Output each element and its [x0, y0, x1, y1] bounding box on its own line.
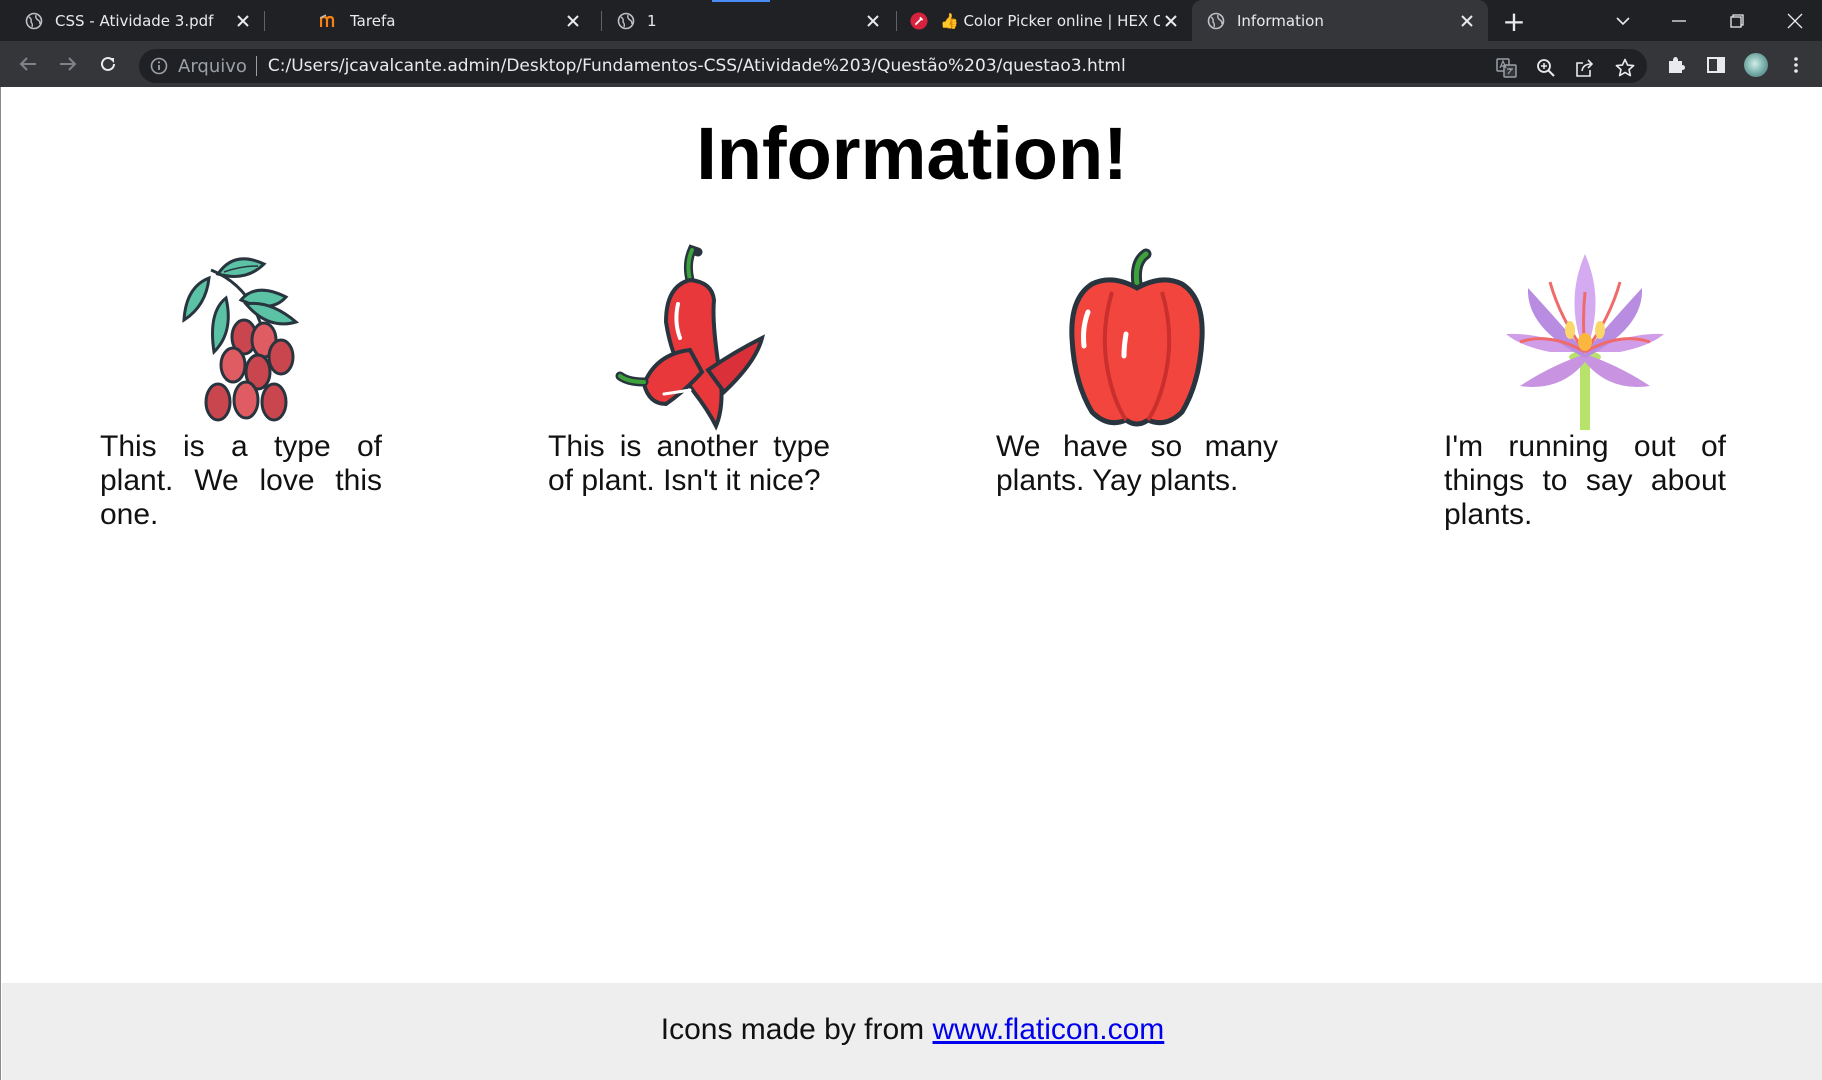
chevron-down-icon: [1616, 16, 1630, 25]
globe-icon: [1207, 12, 1225, 30]
tab-css-atividade[interactable]: CSS - Atividade 3.pdf: [0, 0, 264, 41]
extensions-button[interactable]: [1660, 49, 1692, 81]
profile-avatar[interactable]: [1744, 53, 1768, 77]
info-icon[interactable]: [149, 56, 169, 76]
divider: [255, 56, 257, 76]
translate-icon[interactable]: [1494, 57, 1520, 79]
color-picker-icon: [910, 11, 928, 30]
tab-search-button[interactable]: [1597, 0, 1649, 41]
saffron-flower-icon: [1506, 254, 1664, 430]
tab-1[interactable]: 1: [592, 0, 894, 41]
tab-strip: CSS - Atividade 3.pdf Tarefa 1 👍 Color P…: [0, 0, 1822, 41]
kebab-menu-icon: [1794, 57, 1798, 73]
side-panel-icon: [1707, 57, 1725, 73]
close-window-button[interactable]: [1769, 0, 1821, 41]
globe-icon: [617, 12, 635, 30]
zoom-icon[interactable]: [1533, 57, 1559, 79]
reload-button[interactable]: [92, 48, 124, 80]
footer: Icons made by from www.flaticon.com: [2, 983, 1822, 1080]
arrow-right-icon: [60, 57, 77, 71]
url-text[interactable]: C:/Users/jcavalcante.admin/Desktop/Funda…: [268, 56, 1126, 76]
plant-description: This is a type of plant. We love this on…: [100, 430, 382, 531]
new-tab-button[interactable]: +: [1500, 5, 1528, 38]
globe-icon: [25, 12, 43, 30]
side-panel-button[interactable]: [1700, 49, 1732, 81]
bell-pepper-icon: [1069, 248, 1205, 427]
tab-title: 1: [647, 11, 657, 30]
page-viewport: Information! This is a type of plant. We…: [0, 87, 1822, 1080]
tab-title: CSS - Atividade 3.pdf: [55, 11, 214, 30]
tab-tarefa[interactable]: Tarefa: [294, 0, 594, 41]
close-icon[interactable]: [862, 10, 884, 32]
back-button[interactable]: [12, 48, 44, 80]
minimize-button[interactable]: [1653, 0, 1705, 41]
tab-information[interactable]: Information: [1192, 0, 1488, 41]
share-icon[interactable]: [1572, 57, 1598, 79]
forward-button[interactable]: [52, 48, 84, 80]
chili-pepper-icon: [615, 244, 765, 431]
footer-credit: Icons made by from www.flaticon.com: [2, 1013, 1822, 1047]
restore-button[interactable]: [1711, 0, 1763, 41]
arrow-left-icon: [19, 57, 36, 71]
close-icon[interactable]: [1456, 10, 1478, 32]
tab-title: Tarefa: [350, 11, 396, 30]
tab-separator: [264, 11, 265, 31]
plant-description: I'm running out of things to say about p…: [1444, 430, 1726, 531]
plant-card: I'm running out of things to say about p…: [1444, 242, 1726, 532]
page-title: Information!: [696, 112, 1128, 195]
tab-title: 👍 Color Picker online | HEX Color: [940, 11, 1160, 30]
tab-color-picker[interactable]: 👍 Color Picker online | HEX Color: [896, 0, 1192, 41]
close-icon[interactable]: [1160, 10, 1182, 32]
moodle-icon: [320, 12, 338, 30]
goji-berries-icon: [182, 257, 300, 422]
close-icon[interactable]: [562, 10, 584, 32]
reload-icon: [101, 56, 115, 71]
tab-title: Information: [1237, 11, 1324, 30]
menu-button[interactable]: [1780, 49, 1812, 81]
footer-credit-text: Icons made by from: [660, 1013, 933, 1046]
puzzle-icon: [1669, 57, 1685, 73]
plant-description: We have so many plants. Yay plants.: [996, 430, 1278, 497]
flaticon-link[interactable]: www.flaticon.com: [933, 1013, 1165, 1046]
security-chip-label[interactable]: Arquivo: [178, 56, 247, 77]
plant-card: We have so many plants. Yay plants.: [996, 242, 1278, 498]
bookmark-star-icon[interactable]: [1612, 57, 1638, 79]
plant-card: This is a type of plant. We love this on…: [100, 242, 382, 532]
close-icon[interactable]: [232, 10, 254, 32]
plant-description: This is another type of plant. Isn't it …: [548, 430, 830, 497]
plant-card: This is another type of plant. Isn't it …: [548, 242, 830, 498]
address-bar[interactable]: Arquivo C:/Users/jcavalcante.admin/Deskt…: [139, 49, 1647, 83]
